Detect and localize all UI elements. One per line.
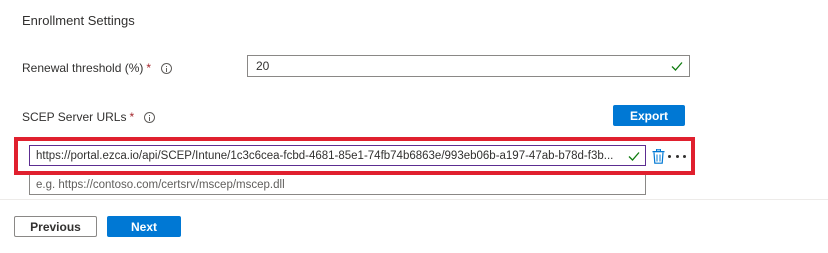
footer-divider [0,199,828,200]
section-title: Enrollment Settings [22,13,135,28]
required-asterisk: * [129,110,135,124]
renewal-threshold-value: 20 [256,59,270,73]
more-dot [683,154,686,158]
renewal-threshold-input[interactable]: 20 [247,55,690,77]
more-icon[interactable] [668,150,686,162]
info-icon[interactable] [161,62,173,74]
previous-button[interactable]: Previous [14,216,97,237]
scep-url-value: https://portal.ezca.io/api/SCEP/Intune/1… [36,149,614,162]
more-dot [668,154,671,158]
checkmark-icon [628,152,640,161]
scep-urls-label: SCEP Server URLs [22,110,127,124]
renewal-threshold-label-row: Renewal threshold (%) * [22,61,173,75]
scep-url-input[interactable]: https://portal.ezca.io/api/SCEP/Intune/1… [29,145,646,166]
info-icon[interactable] [144,111,156,123]
trash-icon[interactable] [652,149,665,164]
renewal-threshold-label: Renewal threshold (%) [22,61,144,75]
next-button[interactable]: Next [107,216,181,237]
scep-urls-label-row: SCEP Server URLs * [22,110,156,124]
checkmark-icon [671,62,683,71]
new-scep-url-input[interactable] [29,175,646,195]
export-button[interactable]: Export [613,105,685,126]
more-dot [675,154,679,158]
required-asterisk: * [146,61,152,75]
